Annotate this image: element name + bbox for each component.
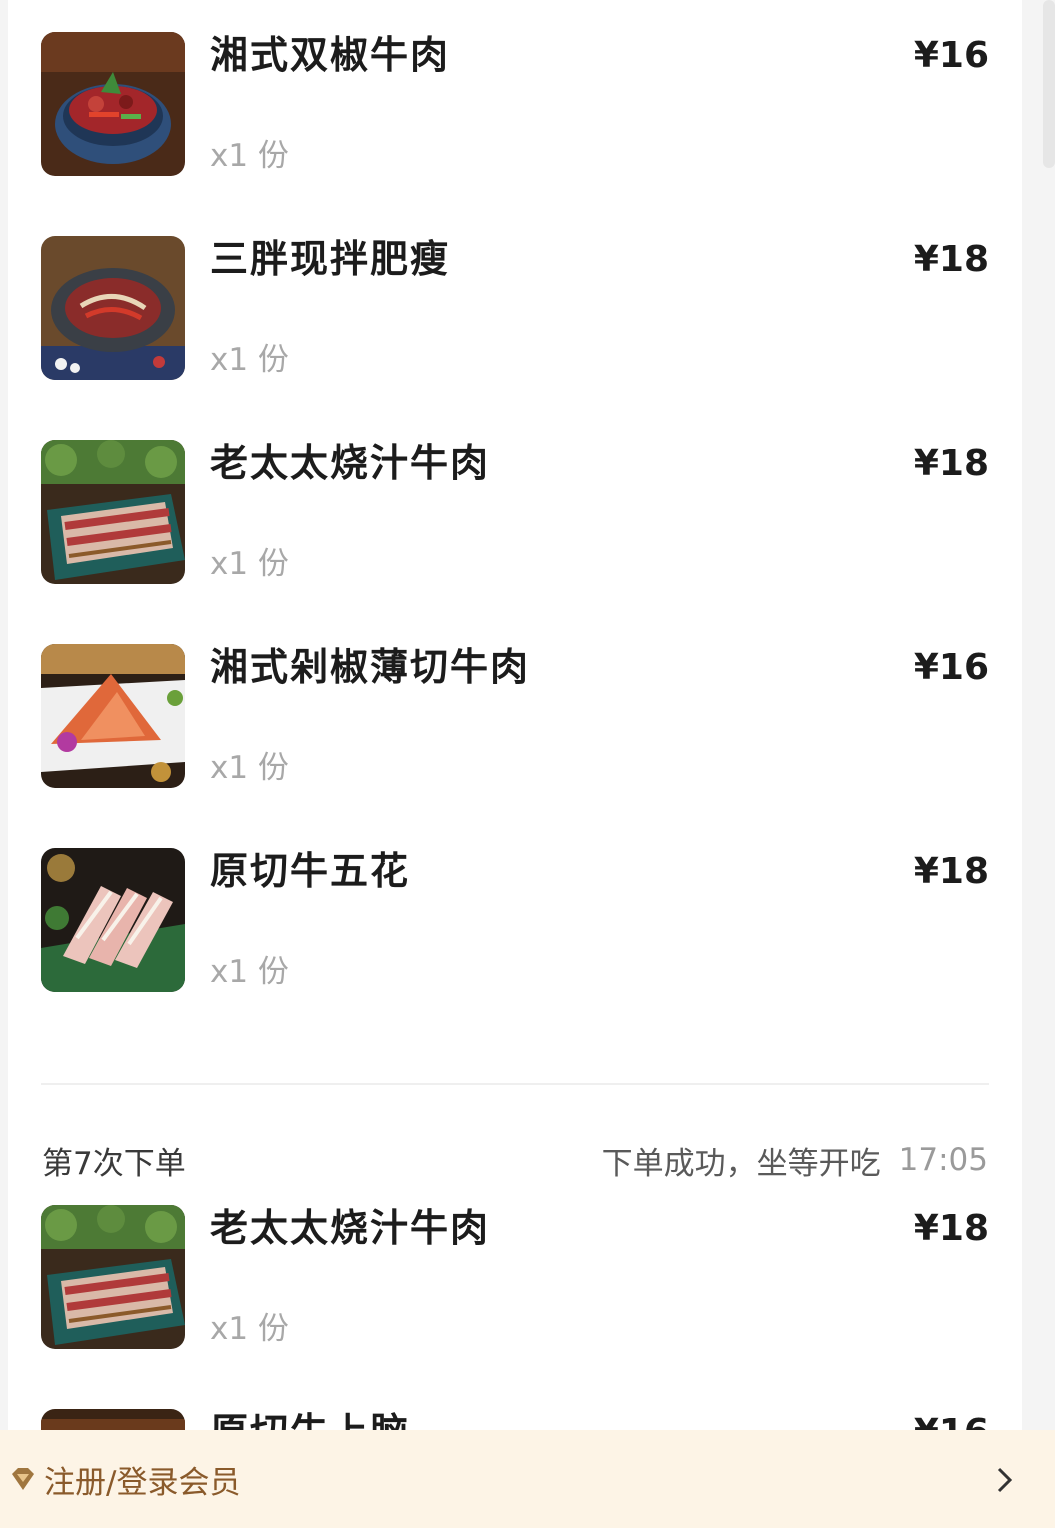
group-divider xyxy=(41,1083,989,1085)
scrollbar[interactable] xyxy=(1043,0,1055,168)
dish-name: 老太太烧汁牛肉 xyxy=(210,441,491,485)
order-history-page: 湘式双椒牛肉 x1 份 ¥16 三胖现拌肥瘦 x1 份 ¥18 老太太烧汁牛肉 … xyxy=(0,0,1055,1528)
dish-price: ¥16 xyxy=(913,647,989,688)
dish-name: 老太太烧汁牛肉 xyxy=(210,1206,491,1250)
dish-name: 湘式双椒牛肉 xyxy=(210,33,451,77)
dish-quantity: x1 份 xyxy=(210,750,289,786)
order-item[interactable]: 湘式剁椒薄切牛肉 x1 份 ¥16 xyxy=(41,644,989,788)
order-item[interactable]: 原切牛五花 x1 份 ¥18 xyxy=(41,848,989,992)
order-item[interactable]: 三胖现拌肥瘦 x1 份 ¥18 xyxy=(41,236,989,380)
dish-quantity: x1 份 xyxy=(210,546,289,582)
dish-name: 原切牛五花 xyxy=(210,849,411,893)
order-group-header: 第7次下单 下单成功，坐等开吃 17:05 xyxy=(42,1138,988,1183)
member-login-bar[interactable]: 注册/登录会员 xyxy=(0,1430,1055,1528)
dish-image-sauced-beef xyxy=(41,1205,185,1349)
dish-quantity: x1 份 xyxy=(210,138,289,174)
diamond-icon xyxy=(12,1468,34,1490)
order-time: 17:05 xyxy=(898,1142,988,1178)
order-round-title: 第7次下单 xyxy=(42,1145,186,1182)
dish-quantity: x1 份 xyxy=(210,1311,289,1347)
dish-price: ¥18 xyxy=(913,239,989,280)
order-item[interactable]: 湘式双椒牛肉 x1 份 ¥16 xyxy=(41,32,989,176)
dish-quantity: x1 份 xyxy=(210,342,289,378)
dish-price: ¥16 xyxy=(913,35,989,76)
dish-name: 三胖现拌肥瘦 xyxy=(210,237,451,281)
order-status: 下单成功，坐等开吃 17:05 xyxy=(602,1138,988,1183)
dish-price: ¥18 xyxy=(913,1208,989,1249)
dish-image-sauced-beef xyxy=(41,440,185,584)
dish-price: ¥18 xyxy=(913,443,989,484)
order-status-text: 下单成功，坐等开吃 xyxy=(601,1145,881,1182)
dish-image-beef-bowl xyxy=(41,32,185,176)
dish-price: ¥18 xyxy=(913,851,989,892)
order-item[interactable]: 老太太烧汁牛肉 x1 份 ¥18 xyxy=(41,440,989,584)
order-item[interactable]: 老太太烧汁牛肉 x1 份 ¥18 xyxy=(41,1205,989,1349)
dish-quantity: x1 份 xyxy=(210,954,289,990)
dish-image-beef-belly xyxy=(41,848,185,992)
member-login-label: 注册/登录会员 xyxy=(44,1464,241,1501)
dish-name: 湘式剁椒薄切牛肉 xyxy=(210,645,531,689)
dish-image-beef-salad xyxy=(41,236,185,380)
dish-image-chili-beef xyxy=(41,644,185,788)
chevron-right-icon[interactable] xyxy=(995,1466,1015,1494)
